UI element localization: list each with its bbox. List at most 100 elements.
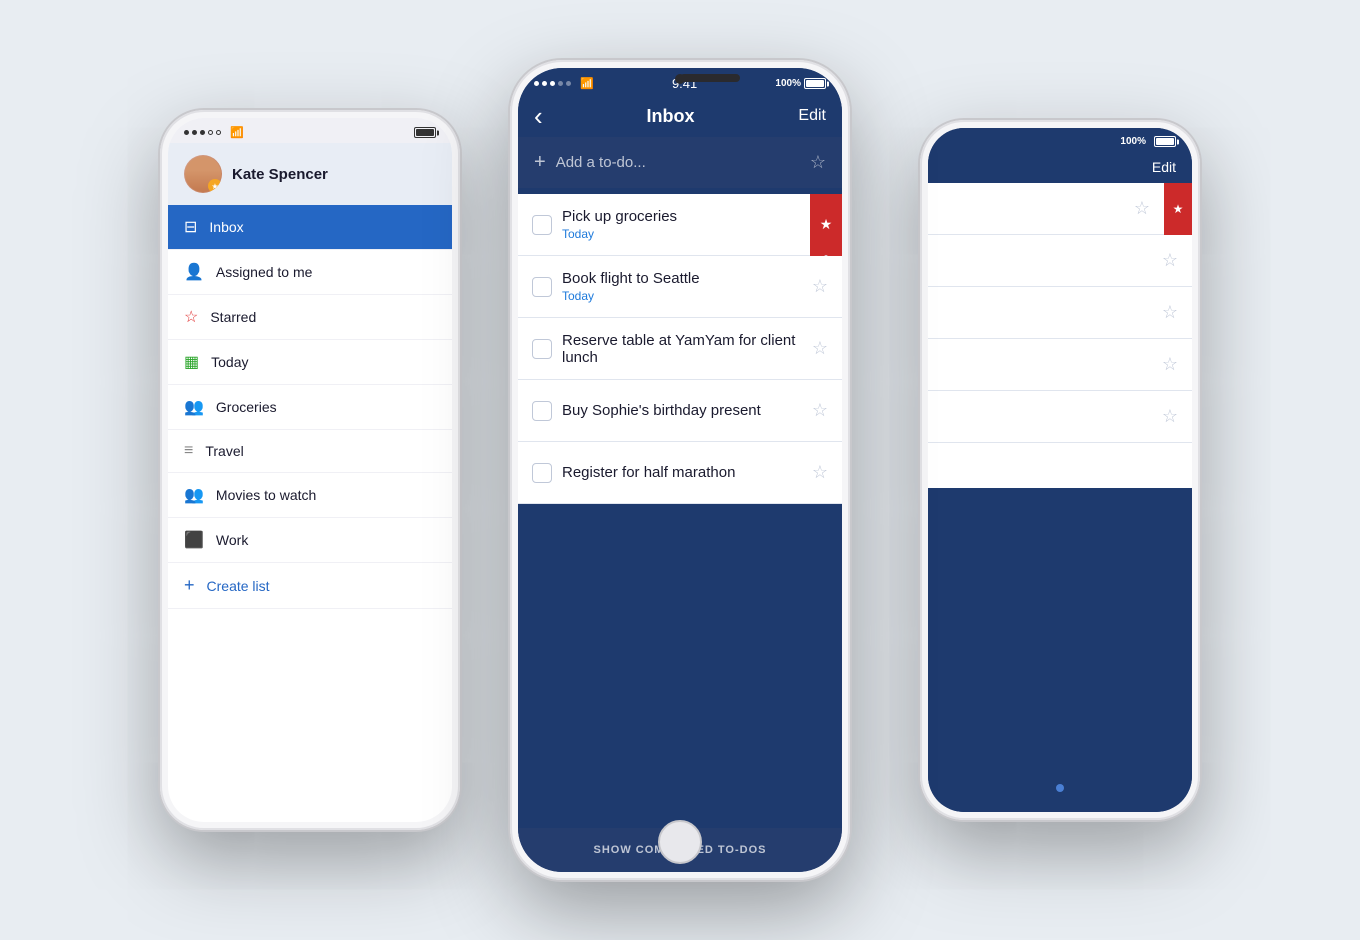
right-battery-fill [1156, 138, 1174, 145]
sidebar-item-assigned[interactable]: 👤 Assigned to me [168, 250, 452, 295]
phone-right-inner: 100% Edit ☆ ★ [928, 128, 1192, 812]
phone-center: 📶 9:41 100% ‹ Inbox Edit [510, 60, 850, 880]
add-plus-icon: + [534, 151, 546, 174]
task-checkbox-5[interactable] [532, 463, 552, 483]
left-status-bar: 📶 [168, 118, 452, 143]
sidebar-item-work[interactable]: ⬛ Work [168, 518, 452, 563]
task-checkbox-1[interactable] [532, 215, 552, 235]
center-content: 📶 9:41 100% ‹ Inbox Edit [518, 68, 842, 872]
right-task-2[interactable]: ☆ [928, 235, 1192, 287]
sidebar-starred-label: Starred [210, 309, 256, 325]
right-battery-pct: 100% [1120, 136, 1146, 147]
task-text-2: Book flight to Seattle Today [562, 270, 802, 303]
phone-left-inner: 📶 ★ Kate Spencer [168, 118, 452, 822]
left-battery-wrap [414, 127, 436, 138]
add-todo-left: + Add a to-do... [534, 151, 646, 174]
center-battery [804, 78, 826, 89]
phone-left: 📶 ★ Kate Spencer [160, 110, 460, 830]
work-icon: ⬛ [184, 530, 204, 550]
edit-button[interactable]: Edit [798, 107, 826, 125]
groceries-icon: 👥 [184, 397, 204, 417]
right-battery [1154, 136, 1176, 147]
task-item-1[interactable]: Pick up groceries Today ★ [518, 194, 842, 256]
right-task-3[interactable]: ☆ [928, 287, 1192, 339]
phone-right: 100% Edit ☆ ★ [920, 120, 1200, 820]
task-sub-2: Today [562, 289, 802, 303]
sidebar-create-label: Create list [207, 578, 270, 594]
task-star-4[interactable]: ☆ [812, 400, 828, 421]
right-tasks: ☆ ★ ☆ ☆ ☆ [928, 183, 1192, 488]
home-button[interactable] [658, 820, 702, 864]
c-dot3 [550, 81, 555, 86]
task-checkbox-4[interactable] [532, 401, 552, 421]
task-star-3[interactable]: ☆ [812, 338, 828, 359]
right-star-2[interactable]: ☆ [1162, 250, 1178, 271]
add-todo-bar[interactable]: + Add a to-do... ☆ [518, 137, 842, 188]
right-task-5[interactable]: ☆ [928, 391, 1192, 443]
left-battery-fill [416, 129, 434, 136]
task-item-5[interactable]: Register for half marathon ☆ [518, 442, 842, 504]
task-star-2[interactable]: ☆ [812, 276, 828, 297]
task-title-5: Register for half marathon [562, 464, 802, 481]
right-ribbon-1: ★ [1164, 183, 1192, 235]
c-dot5 [566, 81, 571, 86]
movies-icon: 👥 [184, 485, 204, 505]
add-todo-placeholder: Add a to-do... [556, 154, 646, 171]
task-title-3: Reserve table at YamYam for client lunch [562, 332, 802, 366]
task-checkbox-3[interactable] [532, 339, 552, 359]
sidebar-assigned-label: Assigned to me [216, 264, 313, 280]
task-item-3[interactable]: Reserve table at YamYam for client lunch… [518, 318, 842, 380]
add-star-icon[interactable]: ☆ [810, 152, 826, 173]
right-task-4[interactable]: ☆ [928, 339, 1192, 391]
task-title-4: Buy Sophie's birthday present [562, 402, 802, 419]
today-icon: ▦ [184, 352, 199, 372]
sidebar-item-movies[interactable]: 👥 Movies to watch [168, 473, 452, 518]
task-ribbon-1: ★ [810, 194, 842, 255]
back-button[interactable]: ‹ [534, 103, 543, 129]
task-star-5[interactable]: ☆ [812, 462, 828, 483]
center-wifi-icon: 📶 [580, 77, 594, 90]
nav-title: Inbox [647, 106, 695, 127]
right-star-3[interactable]: ☆ [1162, 302, 1178, 323]
dot2 [192, 130, 197, 135]
task-text-3: Reserve table at YamYam for client lunch [562, 332, 802, 366]
task-item-2[interactable]: Book flight to Seattle Today ☆ [518, 256, 842, 318]
right-edit-button[interactable]: Edit [1152, 159, 1176, 175]
scene: 📶 ★ Kate Spencer [130, 40, 1230, 900]
dot3 [200, 130, 205, 135]
sidebar-item-starred[interactable]: ☆ Starred [168, 295, 452, 340]
sidebar-item-groceries[interactable]: 👥 Groceries [168, 385, 452, 430]
task-text-4: Buy Sophie's birthday present [562, 402, 802, 419]
left-battery [414, 127, 436, 138]
right-star-1[interactable]: ☆ [1134, 198, 1150, 219]
right-nav-bar: Edit [928, 151, 1192, 183]
right-star-4[interactable]: ☆ [1162, 354, 1178, 375]
left-signal: 📶 [184, 126, 244, 139]
sidebar-item-create[interactable]: + Create list [168, 563, 452, 609]
center-signal: 📶 [534, 77, 594, 90]
dot4 [208, 130, 213, 135]
center-nav-bar: ‹ Inbox Edit [518, 95, 842, 137]
speaker-grille [680, 74, 740, 82]
phone-center-inner: 📶 9:41 100% ‹ Inbox Edit [518, 68, 842, 872]
right-status-bar: 100% [928, 128, 1192, 151]
center-battery-pct: 100% [775, 78, 801, 89]
right-task-1[interactable]: ☆ ★ [928, 183, 1192, 235]
user-name: Kate Spencer [232, 166, 328, 183]
task-item-4[interactable]: Buy Sophie's birthday present ☆ [518, 380, 842, 442]
assigned-icon: 👤 [184, 262, 204, 282]
left-user-row: ★ Kate Spencer [168, 143, 452, 205]
right-star-5[interactable]: ☆ [1162, 406, 1178, 427]
c-dot1 [534, 81, 539, 86]
sidebar-item-today[interactable]: ▦ Today [168, 340, 452, 385]
ribbon-star-icon-1: ★ [820, 216, 833, 233]
task-checkbox-2[interactable] [532, 277, 552, 297]
left-wifi-icon: 📶 [230, 126, 244, 139]
avatar-badge: ★ [208, 179, 222, 193]
sidebar-item-travel[interactable]: ≡ Travel [168, 430, 452, 473]
sidebar-item-inbox[interactable]: ⊟ Inbox [168, 205, 452, 250]
left-content: 📶 ★ Kate Spencer [168, 118, 452, 822]
dot1 [184, 130, 189, 135]
page-indicator [1056, 784, 1064, 792]
sidebar-travel-label: Travel [205, 443, 243, 459]
